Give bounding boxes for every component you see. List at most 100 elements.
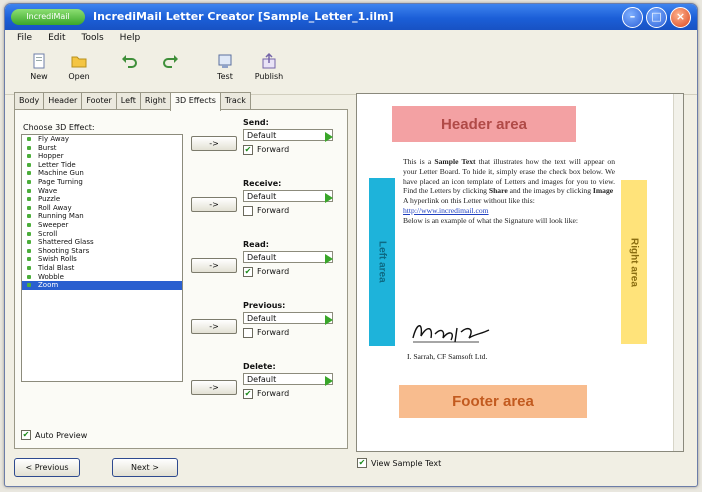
left-area[interactable]: Left area <box>369 178 395 346</box>
tab-body[interactable]: Body <box>14 92 45 109</box>
effect-select-value: Default <box>247 131 277 140</box>
undo-button[interactable] <box>109 52 149 72</box>
play-icon[interactable] <box>325 254 333 264</box>
tab-header[interactable]: Header <box>43 92 83 109</box>
play-icon[interactable] <box>325 376 333 386</box>
effect-list-item[interactable]: Scroll <box>22 230 182 239</box>
effect-list-item[interactable]: Running Man <box>22 212 182 221</box>
play-icon[interactable] <box>325 193 333 203</box>
letter-signature-intro: Below is an example of what the Signatur… <box>403 215 579 225</box>
open-label: Open <box>68 72 90 81</box>
title-bar[interactable]: IncrediMail IncrediMail Letter Creator [… <box>5 4 697 30</box>
effect-list-item[interactable]: Shooting Stars <box>22 247 182 256</box>
forward-box[interactable] <box>243 205 253 216</box>
effect-group: Send: Default ✔ Forward <box>243 118 343 155</box>
letter-hyperlink[interactable]: http://www.incredimail.com <box>403 206 615 216</box>
publish-label: Publish <box>254 72 284 81</box>
close-button[interactable]: × <box>670 7 691 28</box>
tab-left[interactable]: Left <box>115 92 141 109</box>
forward-checkbox[interactable]: ✔ Forward <box>243 144 343 155</box>
publish-button[interactable]: Publish <box>249 52 289 81</box>
tab-3d-effects[interactable]: 3D Effects <box>169 92 221 111</box>
test-letter-icon <box>218 54 232 68</box>
effect-list-item[interactable]: Wobble <box>22 273 182 282</box>
play-icon[interactable] <box>325 315 333 325</box>
forward-box[interactable]: ✔ <box>243 266 253 277</box>
assign-effect-button[interactable]: -> <box>191 197 237 212</box>
assign-effect-button[interactable]: -> <box>191 136 237 151</box>
effect-list-item[interactable]: Swish Rolls <box>22 255 182 264</box>
effect-group-label: Read: <box>243 240 269 249</box>
open-button[interactable]: Open <box>59 52 99 81</box>
assign-effect-button[interactable]: -> <box>191 380 237 395</box>
effect-list-item[interactable]: Burst <box>22 144 182 153</box>
minimize-button[interactable]: – <box>622 7 643 28</box>
auto-preview-box[interactable]: ✔ <box>21 430 31 440</box>
undo-icon <box>122 55 137 68</box>
forward-label: Forward <box>257 328 290 337</box>
effect-list-item[interactable]: Wave <box>22 187 182 196</box>
effect-list-item[interactable]: Letter Tide <box>22 161 182 170</box>
app-badge[interactable]: IncrediMail <box>11 9 85 25</box>
effect-list-item[interactable]: Puzzle <box>22 195 182 204</box>
effect-select[interactable]: Default <box>243 251 333 264</box>
menu-help[interactable]: Help <box>120 33 141 43</box>
effect-list-item[interactable]: Page Turning <box>22 178 182 187</box>
forward-checkbox[interactable]: Forward <box>243 205 343 216</box>
footer-area[interactable]: Footer area <box>399 385 587 418</box>
assign-effect-button[interactable]: -> <box>191 319 237 334</box>
assign-effect-button[interactable]: -> <box>191 258 237 273</box>
effect-list-item[interactable]: Sweeper <box>22 221 182 230</box>
right-area[interactable]: Right area <box>621 180 647 344</box>
effect-select[interactable]: Default <box>243 312 333 325</box>
view-sample-text-checkbox[interactable]: ✔ View Sample Text <box>357 458 441 468</box>
view-sample-box[interactable]: ✔ <box>357 458 367 468</box>
letter-text-1: This is a <box>403 157 435 166</box>
menu-file[interactable]: File <box>17 33 32 43</box>
previous-button[interactable]: < Previous <box>14 458 80 477</box>
new-button[interactable]: New <box>19 52 59 81</box>
left-area-label: Left area <box>376 241 388 283</box>
forward-box[interactable]: ✔ <box>243 388 253 399</box>
effect-select[interactable]: Default <box>243 373 333 386</box>
forward-label: Forward <box>257 267 290 276</box>
toolbar: New Open Test Publish <box>5 46 697 95</box>
maximize-button[interactable]: □ <box>646 7 667 28</box>
forward-box[interactable] <box>243 327 253 338</box>
forward-checkbox[interactable]: Forward <box>243 327 343 338</box>
next-button[interactable]: Next > <box>112 458 178 477</box>
menu-edit[interactable]: Edit <box>48 33 65 43</box>
tab-track[interactable]: Track <box>219 92 251 109</box>
forward-checkbox[interactable]: ✔ Forward <box>243 266 343 277</box>
forward-checkbox[interactable]: ✔ Forward <box>243 388 343 399</box>
test-button[interactable]: Test <box>205 52 245 81</box>
tab-right[interactable]: Right <box>139 92 171 109</box>
forward-box[interactable]: ✔ <box>243 144 253 155</box>
auto-preview-checkbox[interactable]: ✔ Auto Preview <box>21 430 87 440</box>
menu-tools[interactable]: Tools <box>82 33 104 43</box>
effect-group-label: Receive: <box>243 179 282 188</box>
effect-select[interactable]: Default <box>243 129 333 142</box>
effect-list-item[interactable]: Zoom <box>22 281 182 290</box>
effect-list-item[interactable]: Shattered Glass <box>22 238 182 247</box>
header-area[interactable]: Header area <box>392 106 576 142</box>
effect-list-item[interactable]: Fly Away <box>22 135 182 144</box>
play-icon[interactable] <box>325 132 333 142</box>
preview-scrollbar[interactable] <box>673 94 683 451</box>
effect-list[interactable]: Fly Away Burst Hopper Letter Tide Machine Gu… <box>21 134 183 382</box>
signature-image <box>412 325 490 343</box>
tab-footer[interactable]: Footer <box>81 92 117 109</box>
effect-list-item[interactable]: Tidal Blast <box>22 264 182 273</box>
redo-button[interactable] <box>151 52 191 72</box>
letter-preview: Header area Left area Right area This is… <box>356 93 684 452</box>
effect-select[interactable]: Default <box>243 190 333 203</box>
forward-label: Forward <box>257 389 290 398</box>
effect-list-item[interactable]: Hopper <box>22 152 182 161</box>
letter-bold-2: Share <box>488 186 508 196</box>
effect-list-item[interactable]: Machine Gun <box>22 169 182 178</box>
effect-list-item[interactable]: Roll Away <box>22 204 182 213</box>
view-sample-label: View Sample Text <box>371 458 442 468</box>
publish-icon <box>262 52 276 69</box>
effect-select-value: Default <box>247 375 277 384</box>
right-area-label: Right area <box>628 237 640 287</box>
